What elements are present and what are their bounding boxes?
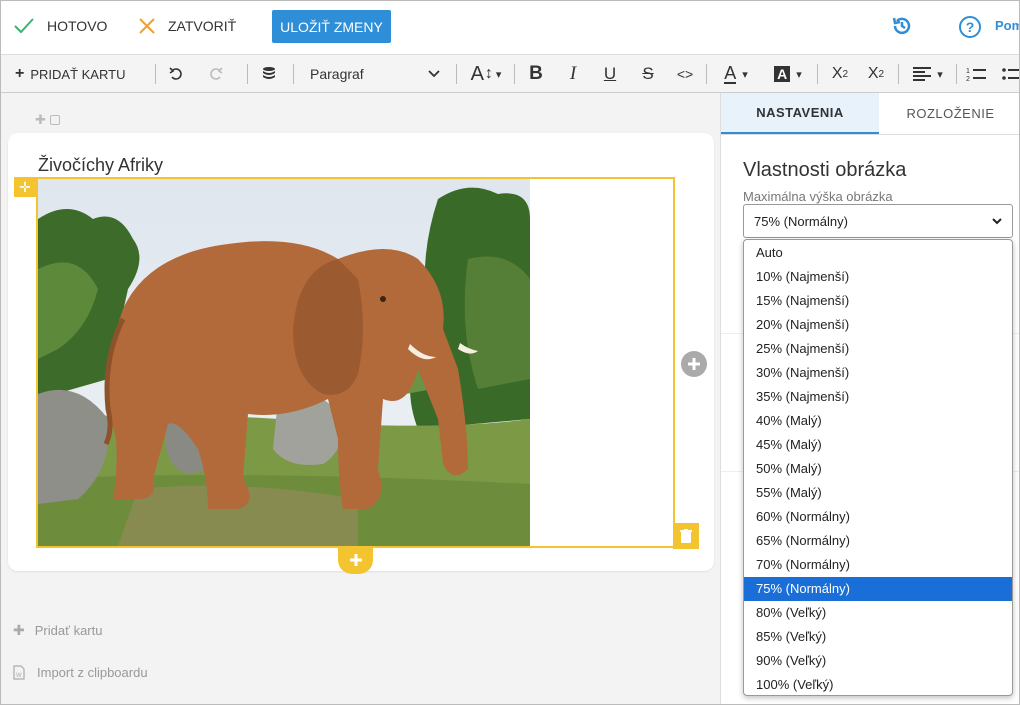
ordered-list-icon[interactable]: 12 (964, 55, 988, 93)
add-card-button[interactable]: + PRIDAŤ KARTU (15, 55, 125, 93)
save-changes-button[interactable]: ULOŽIŤ ZMENY (272, 10, 391, 43)
help-icon[interactable]: ? (958, 15, 982, 44)
dropdown-option[interactable]: 50% (Malý) (744, 457, 1012, 481)
dropdown-option[interactable]: 25% (Najmenší) (744, 337, 1012, 361)
panel-title: Vlastnosti obrázka (743, 159, 907, 181)
superscript-icon[interactable]: X2 (828, 55, 852, 93)
dropdown-option[interactable]: 45% (Malý) (744, 433, 1012, 457)
import-clipboard-link[interactable]: W Import z clipboardu (13, 665, 148, 680)
font-size-icon[interactable]: A ↕ ▾ (465, 55, 507, 93)
dropdown-option[interactable]: Auto (744, 241, 1012, 265)
add-column-icon[interactable] (681, 351, 707, 377)
max-height-options-list[interactable]: Auto 10% (Najmenší) 15% (Najmenší) 20% (Naj… (743, 239, 1013, 696)
dropdown-option[interactable]: 80% (Veľký) (744, 601, 1012, 625)
top-bar: HOTOVO ZATVORIŤ ULOŽIŤ ZMENY ? Pom (1, 1, 1019, 53)
done-button[interactable]: HOTOVO (13, 13, 107, 39)
toolbar-divider (817, 64, 818, 84)
max-height-label: Maximálna výška obrázka (743, 189, 893, 204)
toolbar-divider (293, 64, 294, 84)
dropdown-option[interactable]: 40% (Malý) (744, 409, 1012, 433)
toolbar-divider (956, 64, 957, 84)
undo-icon[interactable] (166, 55, 186, 93)
word-document-icon: W (13, 665, 25, 680)
toolbar-divider (706, 64, 707, 84)
plus-icon: + (15, 65, 25, 82)
toolbar-divider (247, 64, 248, 84)
max-height-value: 75% (Normálny) (754, 213, 848, 229)
close-button[interactable]: ZATVORIŤ (138, 13, 236, 39)
toolbar-divider (155, 64, 156, 84)
database-icon[interactable] (258, 55, 280, 93)
dropdown-option[interactable]: 65% (Normálny) (744, 529, 1012, 553)
strikethrough-icon[interactable]: S (637, 55, 659, 93)
chevron-down-icon (428, 70, 440, 78)
highlight-color-icon[interactable]: A ▾ (767, 55, 809, 93)
dropdown-option[interactable]: 15% (Najmenší) (744, 289, 1012, 313)
tab-layout[interactable]: ROZLOŽENIE (879, 93, 1019, 134)
done-label: HOTOVO (47, 18, 108, 34)
move-icon[interactable]: ✛ (14, 177, 36, 197)
plus-icon: ✚ (35, 112, 46, 127)
dropdown-option[interactable]: 55% (Malý) (744, 481, 1012, 505)
toolbar-divider (898, 64, 899, 84)
trash-icon[interactable] (673, 523, 699, 549)
dropdown-option[interactable]: 70% (Normálny) (744, 553, 1012, 577)
help-label[interactable]: Pom (995, 18, 1019, 33)
redo-icon[interactable] (206, 55, 226, 93)
toolbar-divider (456, 64, 457, 84)
text-color-icon[interactable]: A ▾ (715, 55, 757, 93)
app-window: HOTOVO ZATVORIŤ ULOŽIŤ ZMENY ? Pom + PRI… (0, 0, 1020, 705)
add-block-icon[interactable] (338, 546, 373, 574)
paragraph-style-select[interactable]: Paragraf (302, 62, 448, 86)
dropdown-option[interactable]: 10% (Najmenší) (744, 265, 1012, 289)
dropdown-option[interactable]: 60% (Normálny) (744, 505, 1012, 529)
check-icon (14, 18, 34, 34)
svg-text:1: 1 (966, 68, 970, 75)
paragraph-select-value: Paragraf (310, 66, 364, 82)
subscript-icon[interactable]: X2 (864, 55, 888, 93)
tab-settings[interactable]: NASTAVENIA (721, 93, 879, 134)
square-icon (49, 115, 60, 125)
align-icon[interactable]: ▾ (907, 55, 949, 93)
dropdown-option[interactable]: 35% (Najmenší) (744, 385, 1012, 409)
code-icon[interactable]: <> (673, 55, 697, 93)
underline-icon[interactable]: U (599, 55, 621, 93)
history-icon[interactable] (891, 15, 913, 42)
add-card-link[interactable]: ✚ Pridať kartu (13, 622, 102, 639)
close-icon (139, 18, 155, 34)
format-toolbar: + PRIDAŤ KARTU Paragraf A↕▾ B I U S <> (1, 54, 1019, 93)
close-label: ZATVORIŤ (168, 18, 237, 34)
add-card-label: PRIDAŤ KARTU (30, 66, 126, 82)
dropdown-option[interactable]: 90% (Veľký) (744, 649, 1012, 673)
add-block-small[interactable]: ✚ (35, 112, 60, 128)
image-block[interactable] (36, 177, 675, 548)
card-title[interactable]: Živočíchy Afriky (38, 155, 163, 176)
panel-tabs: NASTAVENIA ROZLOŽENIE (721, 93, 1019, 135)
bullet-list-icon[interactable] (1001, 55, 1019, 93)
editor-area: ✚ Živočíchy Afriky ✛ ✚ Pridať kartu W Im… (1, 93, 720, 704)
plus-icon: ✚ (13, 622, 25, 638)
dropdown-option[interactable]: 100% (Veľký) (744, 673, 1012, 697)
import-link-label: Import z clipboardu (37, 665, 148, 680)
svg-text:W: W (16, 673, 22, 679)
dropdown-option[interactable]: 20% (Najmenší) (744, 313, 1012, 337)
max-height-select[interactable]: 75% (Normálny) (743, 204, 1013, 238)
svg-text:2: 2 (966, 76, 970, 82)
italic-icon[interactable]: I (562, 55, 584, 93)
bold-icon[interactable]: B (525, 55, 547, 93)
content-card[interactable]: Živočíchy Afriky ✛ (8, 133, 714, 574)
add-card-link-label: Pridať kartu (34, 623, 103, 638)
chevron-down-icon (992, 217, 1002, 224)
svg-text:?: ? (966, 19, 975, 35)
dropdown-option[interactable]: 85% (Veľký) (744, 625, 1012, 649)
dropdown-option[interactable]: 75% (Normálny) (744, 577, 1012, 601)
dropdown-option[interactable]: 30% (Najmenší) (744, 361, 1012, 385)
toolbar-divider (514, 64, 515, 84)
elephant-image (38, 179, 530, 546)
